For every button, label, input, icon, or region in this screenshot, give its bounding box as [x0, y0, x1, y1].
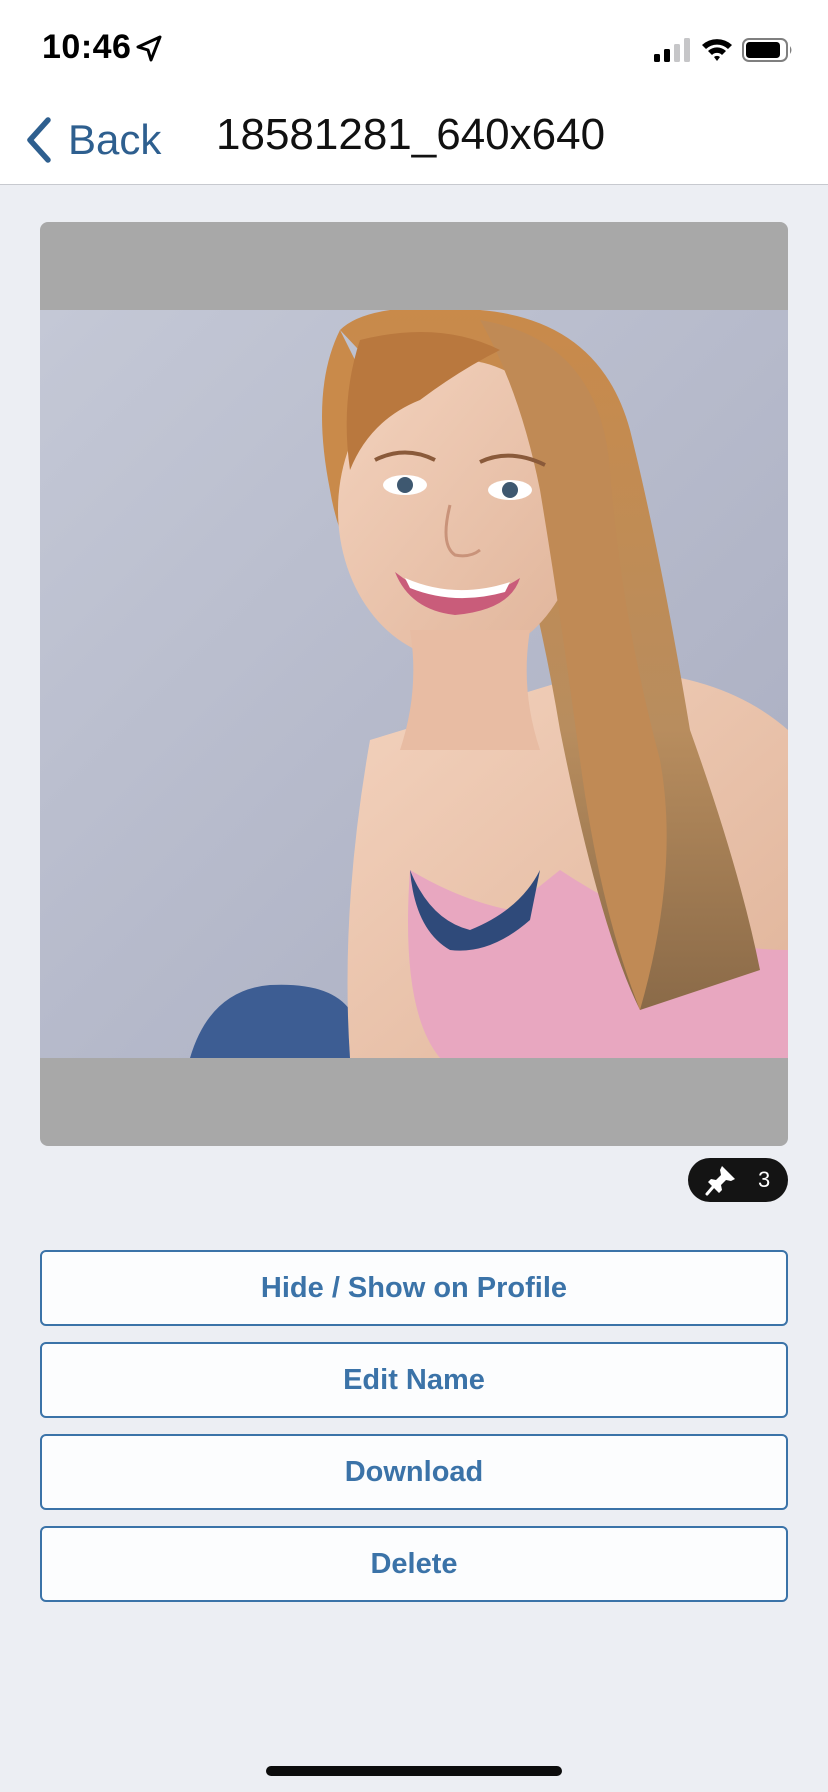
back-button[interactable]: Back [24, 112, 161, 168]
delete-button[interactable]: Delete [40, 1526, 788, 1602]
status-time: 10:46 [42, 28, 132, 66]
wifi-icon [702, 39, 732, 61]
home-indicator[interactable] [266, 1766, 562, 1776]
chevron-left-icon [27, 117, 51, 163]
page-title: 18581281_640x640 [216, 110, 606, 159]
pin-icon [705, 1166, 735, 1196]
download-button[interactable]: Download [40, 1434, 788, 1510]
cellular-signal-icon [654, 38, 690, 62]
status-bar: 10:46 [0, 0, 828, 92]
hide-show-button[interactable]: Hide / Show on Profile [40, 1250, 788, 1326]
profile-photo [40, 310, 788, 1058]
edit-name-button[interactable]: Edit Name [40, 1342, 788, 1418]
photo-frame [40, 222, 788, 1146]
pin-count: 3 [758, 1167, 771, 1192]
pin-badge[interactable]: 3 [688, 1158, 788, 1202]
battery-icon [742, 38, 792, 62]
location-arrow-icon [136, 35, 162, 62]
navigation-bar: Back 18581281_640x640 [0, 92, 828, 185]
back-button-label: Back [68, 116, 162, 163]
